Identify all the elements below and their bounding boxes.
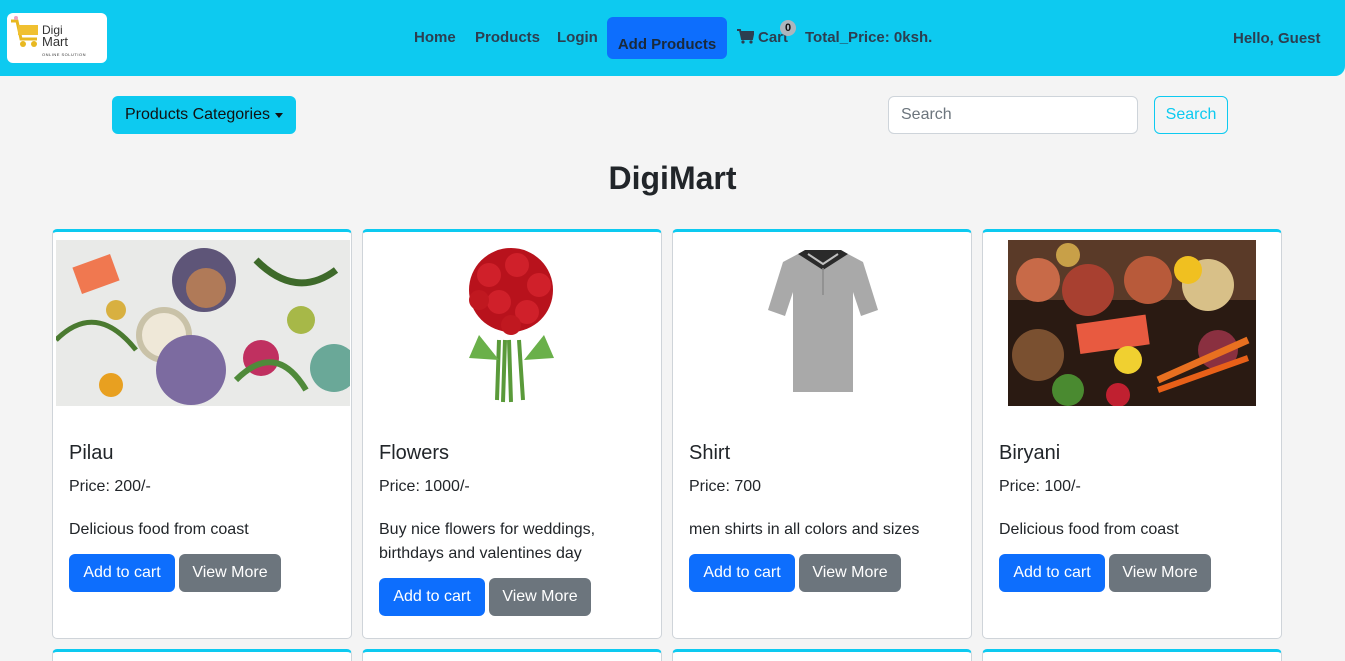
product-price: Price: 100/- (999, 478, 1081, 495)
add-to-cart-button[interactable]: Add to cart (689, 554, 795, 592)
add-products-button[interactable]: Add Products (607, 17, 727, 59)
shopping-cart-logo-icon (11, 16, 38, 47)
logo-tagline: ONLINE SOLUTION (42, 52, 86, 57)
product-card-partial (982, 649, 1282, 661)
product-description: Delicious food from coast (69, 521, 249, 538)
caret-down-icon (275, 113, 283, 118)
products-categories-dropdown[interactable]: Products Categories (112, 96, 296, 134)
top-navbar: Digi Mart ONLINE SOLUTION Home Products … (0, 0, 1345, 76)
product-price: Price: 700 (689, 478, 762, 495)
nav-home-link[interactable]: Home (414, 29, 456, 46)
digimart-logo[interactable]: Digi Mart ONLINE SOLUTION (7, 13, 107, 63)
total-price-text: Total_Price: 0ksh. (805, 29, 933, 46)
product-name: Shirt (689, 442, 731, 464)
product-card: Pilau Price: 200/- Delicious food from c… (52, 229, 352, 639)
search-button[interactable]: Search (1154, 96, 1228, 134)
product-image-flowers (439, 240, 585, 406)
add-to-cart-button[interactable]: Add to cart (999, 554, 1105, 592)
product-image-pilau (56, 240, 350, 406)
product-name: Flowers (379, 442, 450, 464)
product-card: Flowers Price: 1000/- Buy nice flowers f… (362, 229, 662, 639)
add-to-cart-button[interactable]: Add to cart (379, 578, 485, 616)
page-title: DigiMart (608, 160, 737, 196)
product-price: Price: 200/- (69, 478, 151, 495)
product-name: Pilau (69, 442, 114, 464)
view-more-button[interactable]: View More (1109, 554, 1211, 592)
product-description: Buy nice flowers for weddings, birthdays… (379, 521, 596, 562)
product-price: Price: 1000/- (379, 478, 470, 495)
product-card: Shirt Price: 700 men shirts in all color… (672, 229, 972, 639)
product-description: Delicious food from coast (999, 521, 1179, 538)
cart-icon (737, 29, 755, 44)
cart-count-badge: 0 (780, 20, 796, 36)
logo-text-mart: Mart (42, 34, 68, 49)
product-card-partial (52, 649, 352, 661)
nav-login-link[interactable]: Login (557, 29, 598, 46)
product-name: Biryani (999, 442, 1061, 464)
add-to-cart-button[interactable]: Add to cart (69, 554, 175, 592)
product-card-partial (672, 649, 972, 661)
product-image-shirt (753, 240, 893, 406)
nav-products-link[interactable]: Products (475, 29, 540, 46)
view-more-button[interactable]: View More (489, 578, 591, 616)
view-more-button[interactable]: View More (799, 554, 901, 592)
products-categories-label: Products Categories (125, 106, 270, 123)
product-card-partial (362, 649, 662, 661)
product-description: men shirts in all colors and sizes (689, 521, 920, 538)
search-input[interactable] (888, 96, 1138, 134)
product-card: Biryani Price: 100/- Delicious food from… (982, 229, 1282, 639)
view-more-button[interactable]: View More (179, 554, 281, 592)
product-image-biryani (1008, 240, 1256, 406)
user-greeting: Hello, Guest (1233, 30, 1321, 47)
